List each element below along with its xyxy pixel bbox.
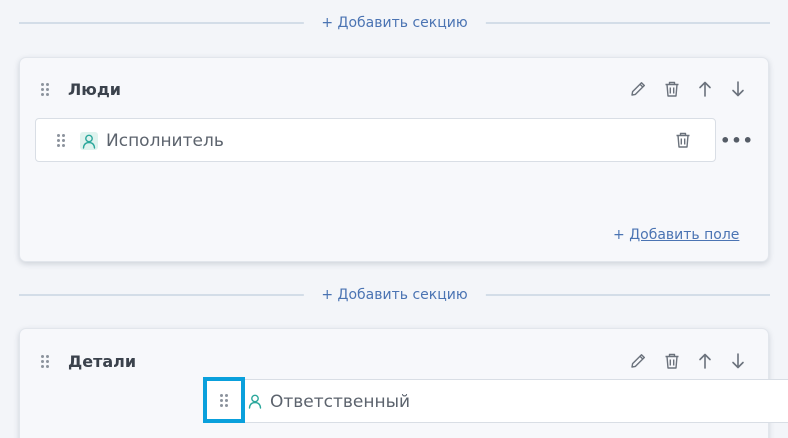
section-divider: + Добавить секцию bbox=[19, 285, 770, 305]
field-drag-handle-icon[interactable] bbox=[57, 134, 67, 148]
add-section-button[interactable]: + Добавить секцию bbox=[303, 285, 486, 305]
delete-field-button[interactable] bbox=[672, 129, 694, 151]
drag-handle-icon[interactable] bbox=[41, 355, 51, 369]
edit-button[interactable] bbox=[627, 78, 649, 100]
more-options-icon[interactable]: ••• bbox=[720, 129, 753, 151]
field-row[interactable]: Исполнитель bbox=[35, 118, 716, 162]
pencil-icon bbox=[631, 354, 645, 368]
arrow-up-icon bbox=[699, 353, 711, 369]
move-up-button[interactable] bbox=[694, 350, 716, 372]
edit-button[interactable] bbox=[627, 350, 649, 372]
delete-section-button[interactable] bbox=[661, 350, 683, 372]
section-divider: + Добавить секцию bbox=[19, 13, 770, 33]
move-down-button[interactable] bbox=[727, 78, 749, 100]
drag-handle-icon[interactable] bbox=[41, 83, 51, 97]
field-label: Ответственный bbox=[270, 392, 411, 412]
move-up-button[interactable] bbox=[694, 78, 716, 100]
arrow-up-icon bbox=[699, 81, 711, 97]
arrow-down-icon bbox=[732, 81, 744, 97]
field-label: Исполнитель bbox=[106, 131, 224, 151]
user-icon bbox=[246, 392, 264, 410]
pencil-icon bbox=[631, 82, 645, 96]
add-field-link[interactable]: Добавить поле bbox=[629, 227, 739, 243]
dragged-field[interactable]: Ответственный bbox=[203, 379, 788, 423]
arrow-down-icon bbox=[732, 353, 744, 369]
trash-icon bbox=[676, 132, 690, 148]
user-icon bbox=[80, 132, 98, 150]
drag-handle-highlight bbox=[203, 377, 245, 423]
add-section-button[interactable]: + Добавить секцию bbox=[303, 13, 486, 33]
move-down-button[interactable] bbox=[727, 350, 749, 372]
section-title: Люди bbox=[68, 80, 121, 99]
trash-icon bbox=[665, 81, 679, 97]
section-title: Детали bbox=[68, 352, 137, 371]
add-field-button[interactable]: + Добавить поле bbox=[613, 227, 739, 243]
add-field-plus: + bbox=[613, 227, 625, 243]
section-people: Люди Исполнитель ••• + Добавить поле bbox=[19, 57, 769, 262]
delete-section-button[interactable] bbox=[661, 78, 683, 100]
trash-icon bbox=[665, 353, 679, 369]
